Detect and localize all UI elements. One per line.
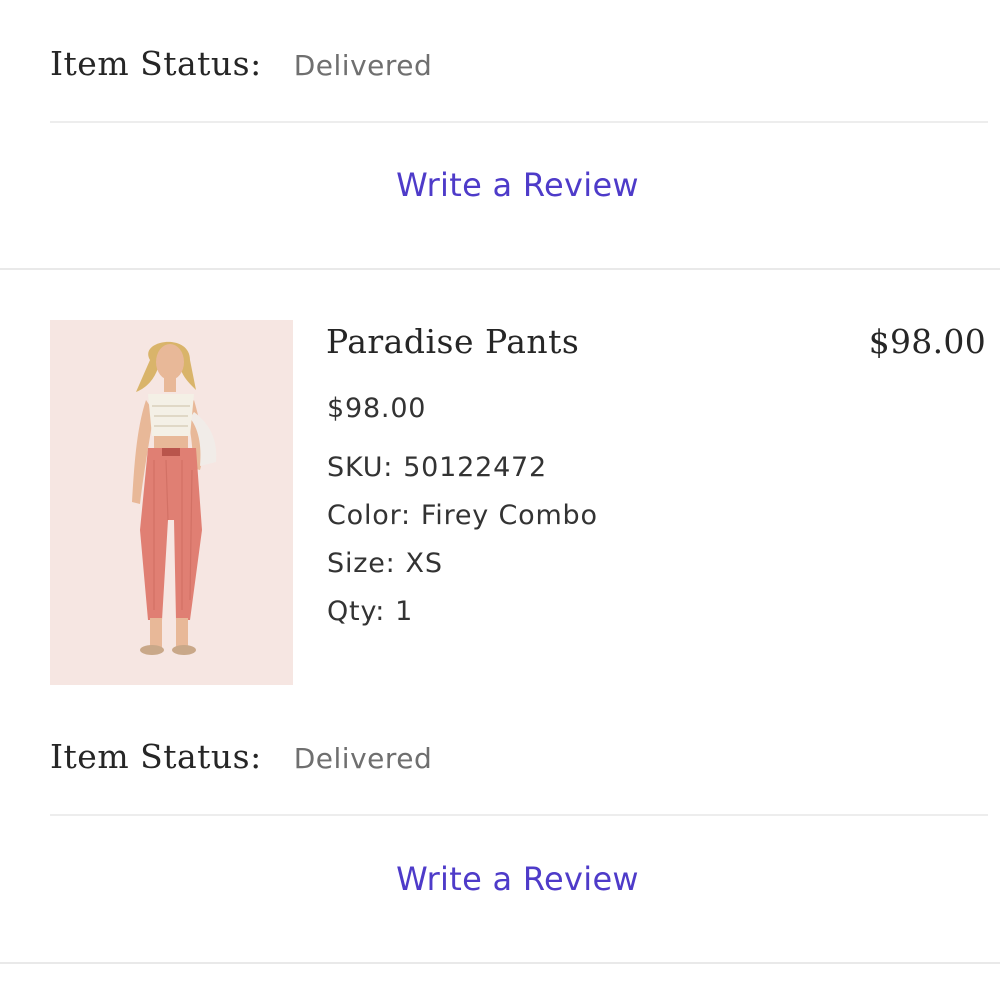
sku-row: SKU: 50122472 <box>327 452 547 483</box>
write-review-link[interactable]: Write a Review <box>0 860 1000 898</box>
product-image[interactable] <box>50 320 293 685</box>
item-status-value: Delivered <box>293 742 433 775</box>
line-total: $98.00 <box>868 322 986 361</box>
item-status-row: Item Status: Delivered <box>50 737 432 776</box>
product-name[interactable]: Paradise Pants <box>326 322 579 361</box>
item-status-value: Delivered <box>293 49 433 82</box>
color-row: Color: Firey Combo <box>327 500 598 531</box>
item-status-label: Item Status: <box>50 737 262 776</box>
divider <box>50 814 988 816</box>
unit-price: $98.00 <box>327 393 427 424</box>
card-separator <box>0 962 1000 964</box>
product-photo <box>50 320 293 685</box>
item-status-row: Item Status: Delivered <box>50 44 432 83</box>
color-value: Firey Combo <box>420 500 598 531</box>
divider <box>50 121 988 123</box>
write-review-link[interactable]: Write a Review <box>0 166 1000 204</box>
size-row: Size: XS <box>327 548 443 579</box>
size-label: Size: <box>327 548 396 579</box>
qty-label: Qty: <box>327 596 386 627</box>
qty-row: Qty: 1 <box>327 596 413 627</box>
color-label: Color: <box>327 500 411 531</box>
previous-order-item: Item Status: Delivered Write a Review <box>0 0 1000 268</box>
sku-label: SKU: <box>327 452 394 483</box>
item-status-label: Item Status: <box>50 44 262 83</box>
sku-value: 50122472 <box>403 452 548 483</box>
qty-value: 1 <box>395 596 414 627</box>
size-value: XS <box>405 548 443 579</box>
